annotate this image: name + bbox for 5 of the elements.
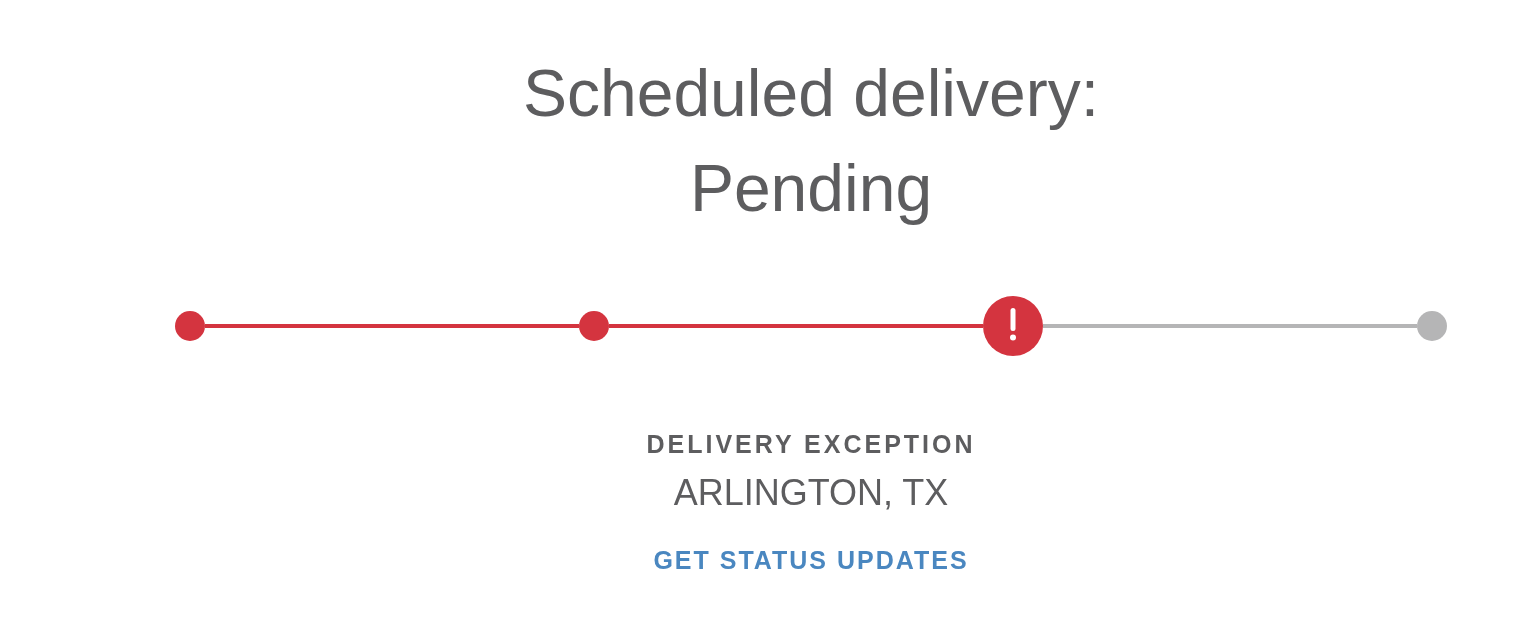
status-title: DELIVERY EXCEPTION	[646, 429, 976, 459]
delivery-status-text: Pending	[689, 150, 933, 227]
status-updates-link[interactable]: GET STATUS UPDATES	[653, 545, 969, 575]
delivery-heading: Scheduled delivery:	[523, 55, 1099, 132]
location-text: ARLINGTON, TX	[673, 471, 949, 515]
